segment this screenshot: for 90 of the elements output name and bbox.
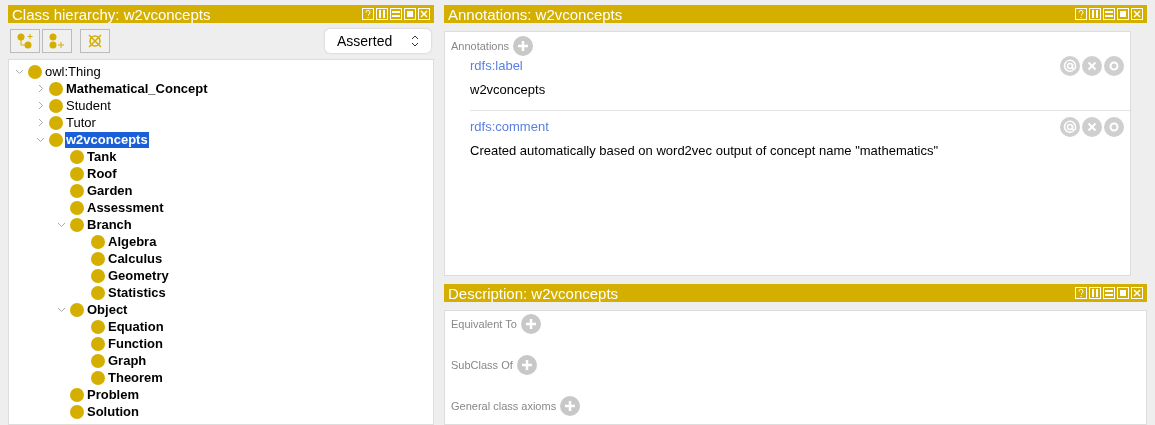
section-label: General class axioms	[451, 398, 557, 414]
class-icon	[70, 387, 84, 402]
minimize-icon[interactable]	[1103, 8, 1115, 20]
class-icon	[49, 132, 63, 147]
collapse-icon[interactable]	[35, 135, 45, 144]
minimize-icon[interactable]	[1103, 287, 1115, 299]
add-icon[interactable]	[513, 36, 534, 56]
tree-item[interactable]: owl:Thing	[44, 63, 102, 80]
tree-item[interactable]: Roof	[86, 165, 118, 182]
tree-item[interactable]: Graph	[107, 352, 148, 369]
tree-item[interactable]: Equation	[107, 318, 165, 335]
section-label: SubClass Of	[451, 357, 513, 373]
annotation-value: w2vconcepts	[470, 81, 547, 99]
class-icon	[28, 64, 42, 79]
class-icon	[70, 183, 84, 198]
class-icon	[70, 149, 84, 164]
collapse-icon[interactable]	[14, 67, 24, 76]
edit-icon[interactable]	[1104, 56, 1124, 76]
delete-class-icon	[87, 33, 103, 49]
tree-item[interactable]: Object	[86, 301, 129, 318]
tree-item[interactable]: Assessment	[86, 199, 165, 216]
panel-title: Class hierarchy: w2vconcepts	[12, 6, 211, 22]
maximize-icon[interactable]	[1117, 287, 1129, 299]
help-icon[interactable]	[1075, 8, 1087, 20]
class-icon	[49, 115, 63, 130]
class-icon	[91, 353, 105, 368]
class-icon	[91, 234, 105, 249]
class-icon	[91, 336, 105, 351]
maximize-icon[interactable]	[1117, 8, 1129, 20]
annotation-property[interactable]: rdfs:comment	[470, 116, 549, 137]
close-icon[interactable]	[1131, 8, 1143, 20]
class-icon	[49, 98, 63, 113]
class-icon	[91, 285, 105, 300]
class-icon	[91, 370, 105, 385]
section-label: Equivalent To	[451, 316, 517, 332]
tree-item[interactable]: Geometry	[107, 267, 170, 284]
split-icon[interactable]	[1089, 287, 1101, 299]
add-icon[interactable]	[560, 396, 581, 416]
at-icon[interactable]	[1060, 116, 1080, 137]
add-sibling-button[interactable]	[42, 29, 72, 53]
split-icon[interactable]	[1089, 8, 1101, 20]
help-icon[interactable]	[362, 8, 374, 20]
minimize-icon[interactable]	[390, 8, 402, 20]
tree-item[interactable]: Theorem	[107, 369, 164, 386]
class-icon	[70, 166, 84, 181]
tree-item[interactable]: Tank	[86, 148, 118, 165]
tree-item[interactable]: Algebra	[107, 233, 158, 250]
add-subclass-icon	[16, 33, 34, 49]
tree-item[interactable]: Solution	[86, 403, 140, 420]
split-icon[interactable]	[376, 8, 388, 20]
panel-title: Annotations: w2vconcepts	[448, 6, 623, 22]
at-icon[interactable]	[1060, 56, 1080, 76]
class-icon	[70, 302, 84, 317]
panel-title: Description: w2vconcepts	[448, 285, 619, 301]
help-icon[interactable]	[1075, 287, 1087, 299]
class-icon	[91, 319, 105, 334]
tree-item[interactable]: Student	[65, 97, 112, 114]
class-icon	[70, 200, 84, 215]
updown-icon	[411, 35, 419, 47]
close-icon[interactable]	[1131, 287, 1143, 299]
add-icon[interactable]	[520, 314, 541, 334]
tree-item[interactable]: Function	[107, 335, 164, 352]
delete-icon[interactable]	[1082, 116, 1102, 137]
section-label: Annotations	[451, 38, 510, 54]
maximize-icon[interactable]	[404, 8, 416, 20]
annotation-value: Created automatically based on word2vec output of concept name "mathematics"	[470, 141, 940, 160]
tree-item[interactable]: Statistics	[107, 284, 167, 301]
tree-item[interactable]: Branch	[86, 216, 133, 233]
add-sibling-icon	[48, 33, 66, 49]
tree-item[interactable]: Problem	[86, 386, 140, 403]
add-subclass-button[interactable]	[10, 29, 40, 53]
class-icon	[91, 268, 105, 283]
class-icon	[49, 81, 63, 96]
tree-item[interactable]: Garden	[86, 182, 134, 199]
mode-dropdown[interactable]: Asserted	[325, 29, 431, 53]
class-icon	[91, 251, 105, 266]
close-icon[interactable]	[418, 8, 430, 20]
tree-item[interactable]: Mathematical_Concept	[65, 80, 209, 97]
add-icon[interactable]	[516, 355, 537, 375]
class-icon	[70, 217, 84, 232]
tree-item[interactable]: Tutor	[65, 114, 97, 131]
delete-icon[interactable]	[1082, 56, 1102, 76]
collapse-icon[interactable]	[56, 220, 66, 229]
tree-item[interactable]: Calculus	[107, 250, 164, 267]
collapse-icon[interactable]	[56, 305, 66, 314]
class-icon	[70, 404, 84, 419]
edit-icon[interactable]	[1104, 116, 1124, 137]
tree-item[interactable]: w2vconcepts	[65, 131, 149, 148]
annotation-property[interactable]: rdfs:label	[470, 56, 523, 76]
delete-class-button[interactable]	[80, 29, 110, 53]
